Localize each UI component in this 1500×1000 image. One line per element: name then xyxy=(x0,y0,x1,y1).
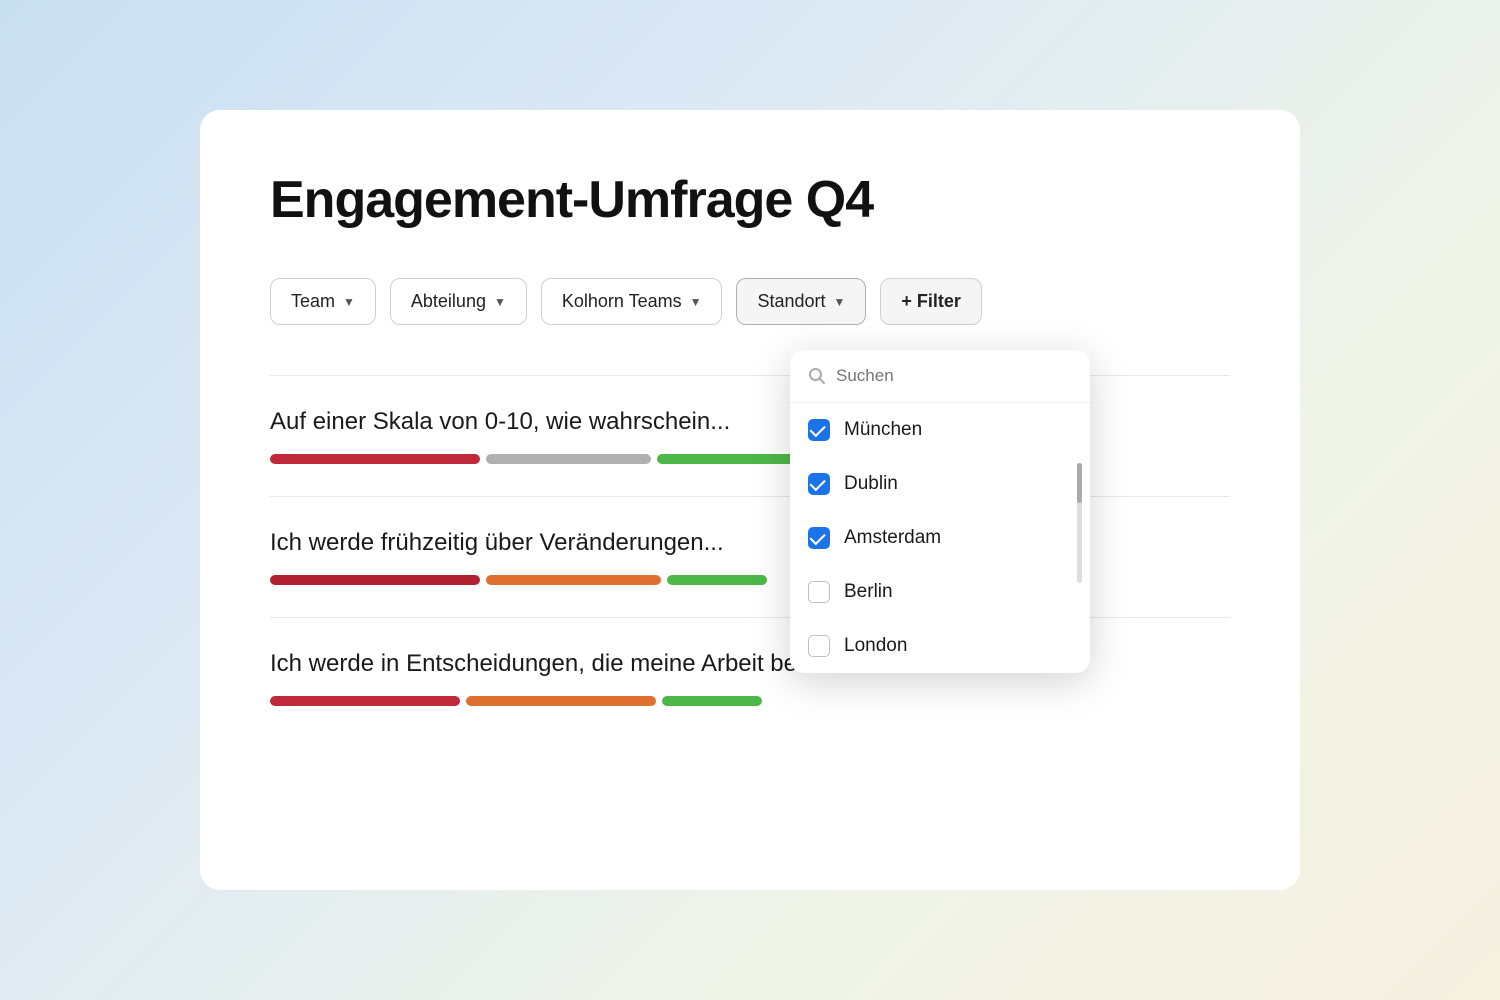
label-london: London xyxy=(844,635,907,657)
dropdown-scrollbar-thumb[interactable] xyxy=(1077,463,1082,503)
label-amsterdam: Amsterdam xyxy=(844,527,941,549)
bar-green-2 xyxy=(667,575,767,585)
bar-red-1 xyxy=(270,454,480,464)
bar-gray-1 xyxy=(486,454,651,464)
team-chevron-icon: ▼ xyxy=(343,295,355,309)
checkbox-dublin[interactable] xyxy=(808,473,830,495)
bar-red-3 xyxy=(270,696,460,706)
dropdown-search-area xyxy=(790,350,1090,403)
standort-filter-label: Standort xyxy=(757,291,825,312)
dropdown-item-berlin[interactable]: Berlin xyxy=(790,565,1090,619)
bar-orange-3 xyxy=(466,696,656,706)
dropdown-scrollbar-track xyxy=(1077,463,1082,583)
label-berlin: Berlin xyxy=(844,581,893,603)
kolhorn-filter-label: Kolhorn Teams xyxy=(562,291,682,312)
kolhorn-chevron-icon: ▼ xyxy=(690,295,702,309)
bar-orange-2 xyxy=(486,575,661,585)
main-card: Engagement-Umfrage Q4 Team ▼ Abteilung ▼… xyxy=(200,110,1300,890)
label-munchen: München xyxy=(844,419,922,441)
checkbox-berlin[interactable] xyxy=(808,581,830,603)
dropdown-item-munchen[interactable]: München xyxy=(790,403,1090,457)
add-filter-button[interactable]: + Filter xyxy=(880,278,982,325)
bar-green-3 xyxy=(662,696,762,706)
team-filter-button[interactable]: Team ▼ xyxy=(270,278,376,325)
dropdown-item-london[interactable]: London xyxy=(790,619,1090,673)
bar-darkred-2 xyxy=(270,575,480,585)
kolhorn-filter-button[interactable]: Kolhorn Teams ▼ xyxy=(541,278,723,325)
checkbox-amsterdam[interactable] xyxy=(808,527,830,549)
abteilung-filter-button[interactable]: Abteilung ▼ xyxy=(390,278,527,325)
filter-bar: Team ▼ Abteilung ▼ Kolhorn Teams ▼ Stand… xyxy=(270,278,1230,325)
bar-row-3 xyxy=(270,696,1230,706)
add-filter-label: + Filter xyxy=(901,291,961,312)
standort-chevron-icon: ▼ xyxy=(834,295,846,309)
dropdown-item-amsterdam[interactable]: Amsterdam xyxy=(790,511,1090,565)
label-dublin: Dublin xyxy=(844,473,898,495)
checkbox-munchen[interactable] xyxy=(808,419,830,441)
abteilung-filter-label: Abteilung xyxy=(411,291,486,312)
dropdown-item-dublin[interactable]: Dublin xyxy=(790,457,1090,511)
dropdown-search-input[interactable] xyxy=(836,366,1072,386)
team-filter-label: Team xyxy=(291,291,335,312)
standort-dropdown: München Dublin Amsterdam Berlin London xyxy=(790,350,1090,673)
search-icon xyxy=(808,367,826,385)
abteilung-chevron-icon: ▼ xyxy=(494,295,506,309)
checkbox-london[interactable] xyxy=(808,635,830,657)
page-title: Engagement-Umfrage Q4 xyxy=(270,170,1230,230)
standort-filter-button[interactable]: Standort ▼ xyxy=(736,278,866,325)
